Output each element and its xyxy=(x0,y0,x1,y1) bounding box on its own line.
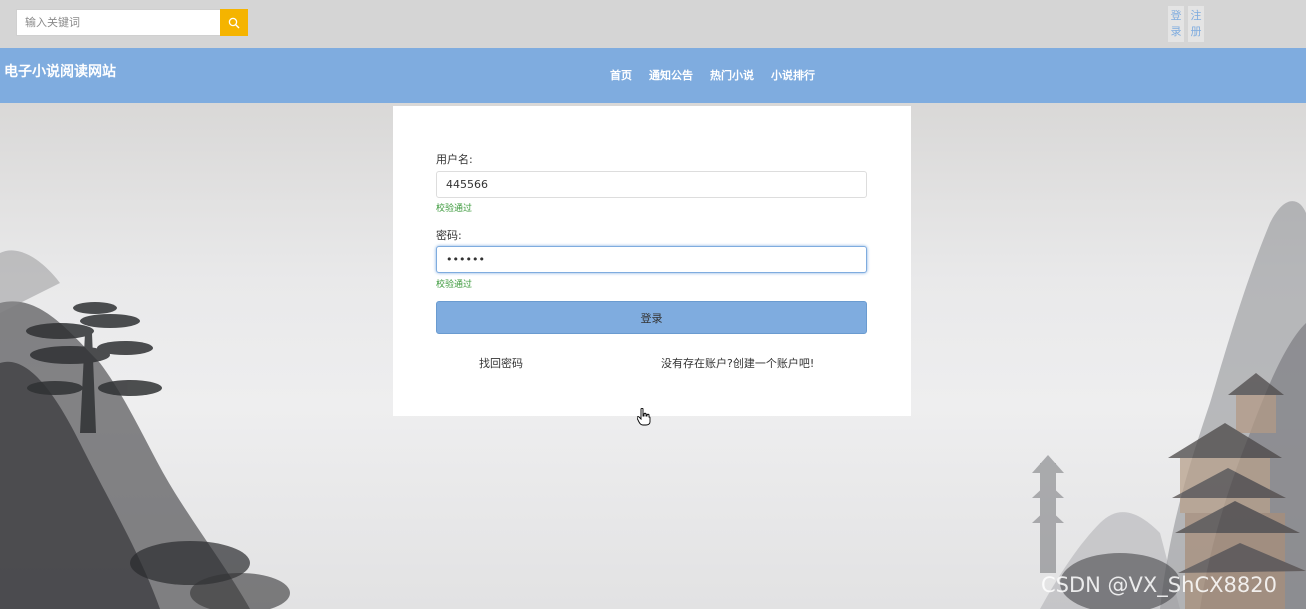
create-account-link[interactable]: 没有存在账户?创建一个账户吧! xyxy=(661,355,814,371)
watermark: CSDN @VX_ShCX8820 xyxy=(1041,573,1277,597)
register-link[interactable]: 注 册 xyxy=(1188,6,1204,42)
password-valid-message: 校验通过 xyxy=(436,280,473,290)
search-input[interactable] xyxy=(16,9,220,36)
nav-item-hot-novels[interactable]: 热门小说 xyxy=(710,67,754,83)
auth-links: 登 录 注 册 xyxy=(1168,6,1204,42)
login-card: 用户名: 校验通过 密码: 校验通过 登录 找回密码 没有存在账户?创建一个账户… xyxy=(393,106,911,416)
nav-item-home[interactable]: 首页 xyxy=(610,67,632,83)
nav-menu: 首页 通知公告 热门小说 小说排行 xyxy=(610,67,815,83)
site-title[interactable]: 电子小说阅读网站 xyxy=(4,61,116,81)
nav-bar: 电子小说阅读网站 首页 通知公告 热门小说 小说排行 xyxy=(0,48,1306,103)
nav-item-notices[interactable]: 通知公告 xyxy=(649,67,693,83)
password-input[interactable] xyxy=(436,246,867,273)
search-bar xyxy=(16,9,248,36)
search-icon xyxy=(228,17,240,28)
username-input[interactable] xyxy=(436,171,867,198)
hand-cursor-icon xyxy=(637,408,651,426)
forgot-password-link[interactable]: 找回密码 xyxy=(479,355,523,371)
login-link[interactable]: 登 录 xyxy=(1168,6,1184,42)
top-bar: 登 录 注 册 xyxy=(0,0,1306,48)
password-label: 密码: xyxy=(436,229,462,242)
search-button[interactable] xyxy=(220,9,248,36)
username-label: 用户名: xyxy=(436,153,473,166)
login-button[interactable]: 登录 xyxy=(436,301,867,334)
nav-item-rankings[interactable]: 小说排行 xyxy=(771,67,815,83)
username-valid-message: 校验通过 xyxy=(436,204,473,214)
